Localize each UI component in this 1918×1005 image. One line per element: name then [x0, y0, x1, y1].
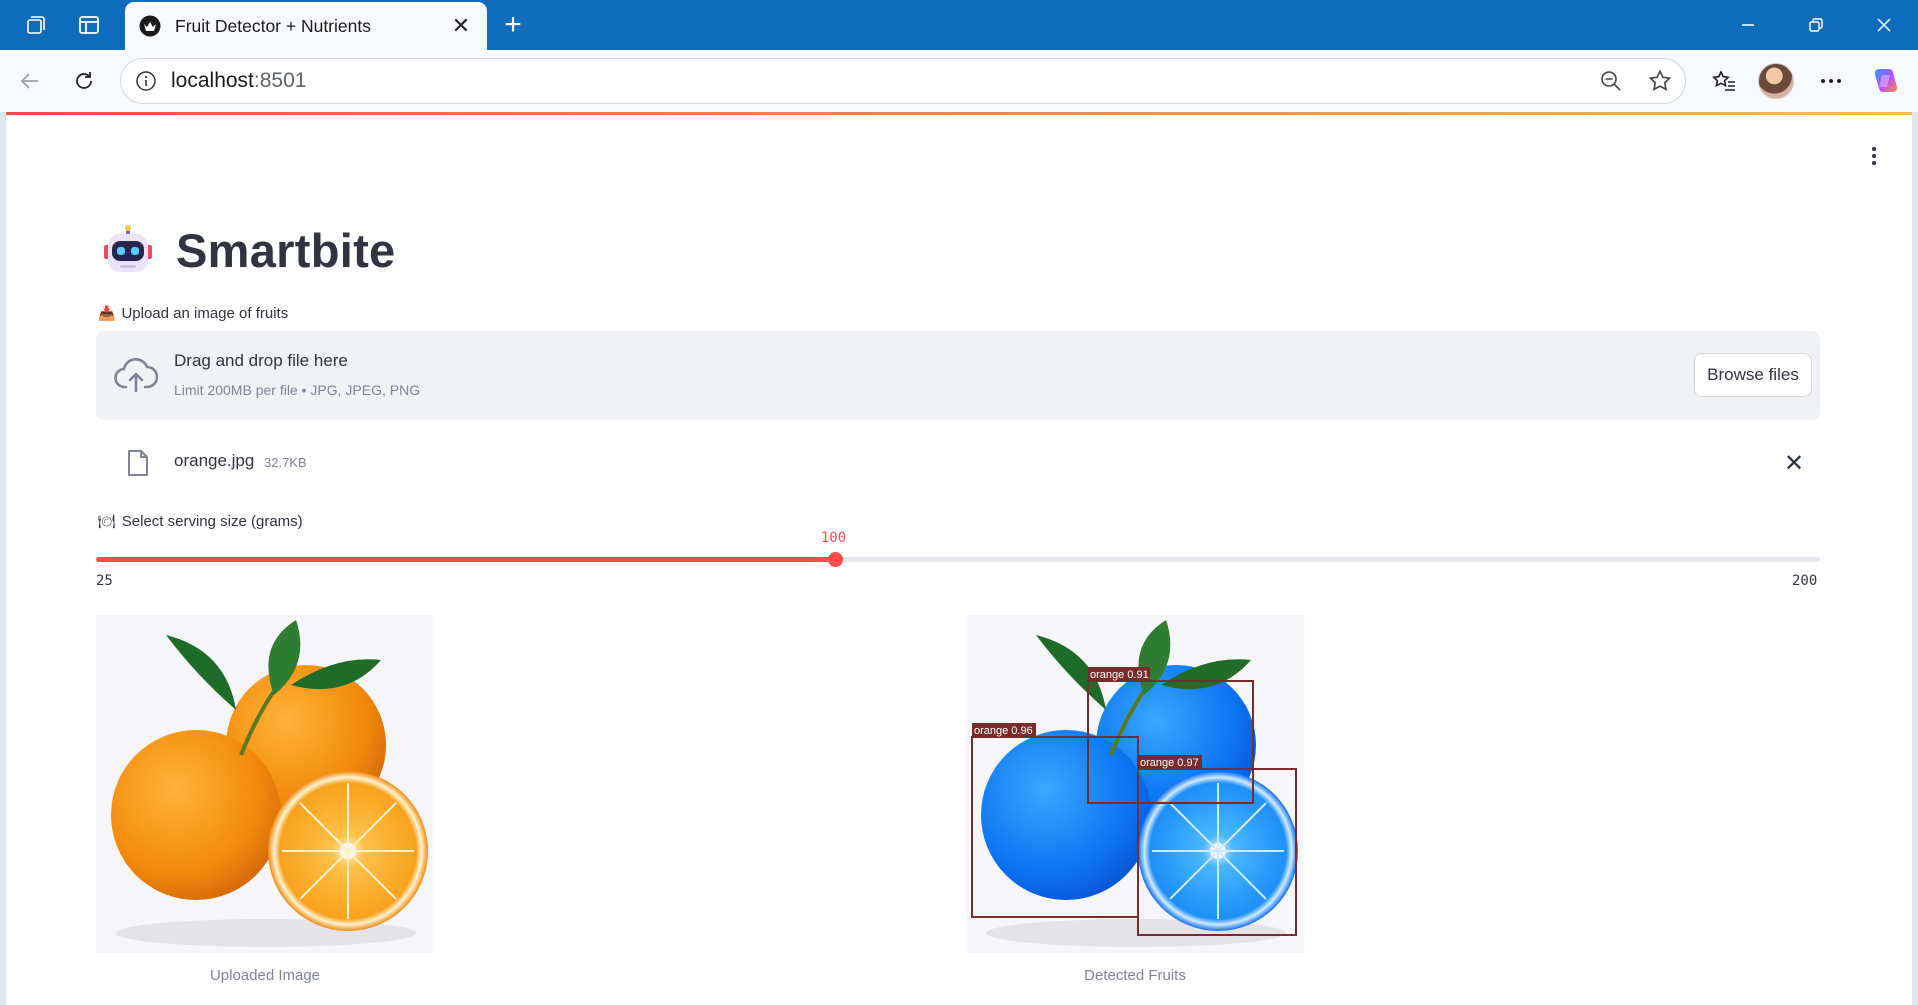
file-dropzone[interactable]: Drag and drop file here Limit 200MB per …: [96, 331, 1820, 420]
uploaded-file-item: orange.jpg 32.7KB ✕: [96, 437, 1820, 487]
minimize-icon[interactable]: [1714, 0, 1782, 50]
browser-tab[interactable]: Fruit Detector + Nutrients ✕: [125, 2, 487, 50]
file-icon: [128, 450, 148, 476]
streamlit-favicon-icon: [139, 15, 161, 37]
tab-title: Fruit Detector + Nutrients: [175, 15, 371, 36]
more-options-icon[interactable]: [1811, 62, 1851, 100]
plate-icon: 🍽: [98, 513, 116, 529]
restore-icon[interactable]: [1782, 0, 1850, 50]
zoom-out-icon[interactable]: [1599, 69, 1623, 93]
tab-actions-icon[interactable]: [71, 8, 107, 42]
slider-min-label: 25: [96, 573, 113, 589]
url-text: localhost:8501: [171, 69, 307, 92]
workspaces-icon[interactable]: [18, 8, 54, 42]
profile-avatar[interactable]: [1758, 63, 1794, 99]
dropzone-title: Drag and drop file here: [174, 351, 348, 370]
uploader-label-text: Upload an image of fruits: [121, 305, 289, 322]
browser-toolbar: localhost:8501: [0, 50, 1918, 112]
uploader-label: 📥 Upload an image of fruits: [98, 305, 288, 322]
uploaded-image-caption: Uploaded Image: [209, 967, 321, 984]
remove-file-icon[interactable]: ✕: [1780, 449, 1808, 478]
back-icon[interactable]: [10, 62, 50, 100]
robot-icon: [104, 224, 152, 272]
address-bar[interactable]: localhost:8501: [120, 58, 1686, 104]
dropzone-limits: Limit 200MB per file • JPG, JPEG, PNG: [174, 382, 421, 398]
serving-size-slider[interactable]: [96, 552, 1820, 567]
copilot-icon[interactable]: [1866, 62, 1906, 100]
browse-files-button[interactable]: Browse files: [1694, 353, 1812, 397]
refresh-icon[interactable]: [64, 62, 104, 100]
detection-label: orange 0.91: [1090, 669, 1149, 681]
slider-max-label: 200: [1792, 573, 1818, 589]
cloud-upload-icon: [114, 357, 158, 393]
streamlit-page: Smartbite 📥 Upload an image of fruits Dr…: [6, 112, 1912, 1005]
new-tab-icon[interactable]: +: [495, 8, 531, 42]
file-name: orange.jpg: [174, 451, 255, 470]
main-menu-icon[interactable]: [1864, 143, 1884, 169]
app-header: Smartbite: [102, 223, 395, 278]
slider-thumb[interactable]: [827, 552, 843, 567]
detected-image: orange 0.91 orange 0.96 orange 0.97: [966, 615, 1304, 953]
slider-label: 🍽 Select serving size (grams): [98, 513, 303, 530]
close-window-icon[interactable]: [1850, 0, 1918, 50]
slider-current-value: 100: [820, 530, 847, 546]
site-info-icon[interactable]: [135, 70, 157, 92]
page-title: Smartbite: [176, 224, 396, 277]
detection-label: orange 0.97: [1140, 757, 1199, 769]
detected-image-caption: Detected Fruits: [1084, 967, 1186, 984]
favorites-icon[interactable]: [1704, 62, 1744, 100]
favorite-star-icon[interactable]: [1647, 68, 1673, 94]
slider-fill: [96, 557, 835, 562]
browser-titlebar: Fruit Detector + Nutrients ✕ +: [0, 0, 1918, 50]
inbox-tray-icon: 📥: [98, 305, 116, 321]
slider-label-text: Select serving size (grams): [121, 513, 303, 530]
uploaded-image: [96, 615, 434, 953]
detection-label: orange 0.96: [974, 725, 1033, 737]
file-size: 32.7KB: [264, 455, 307, 470]
tab-close-icon[interactable]: ✕: [449, 13, 473, 39]
